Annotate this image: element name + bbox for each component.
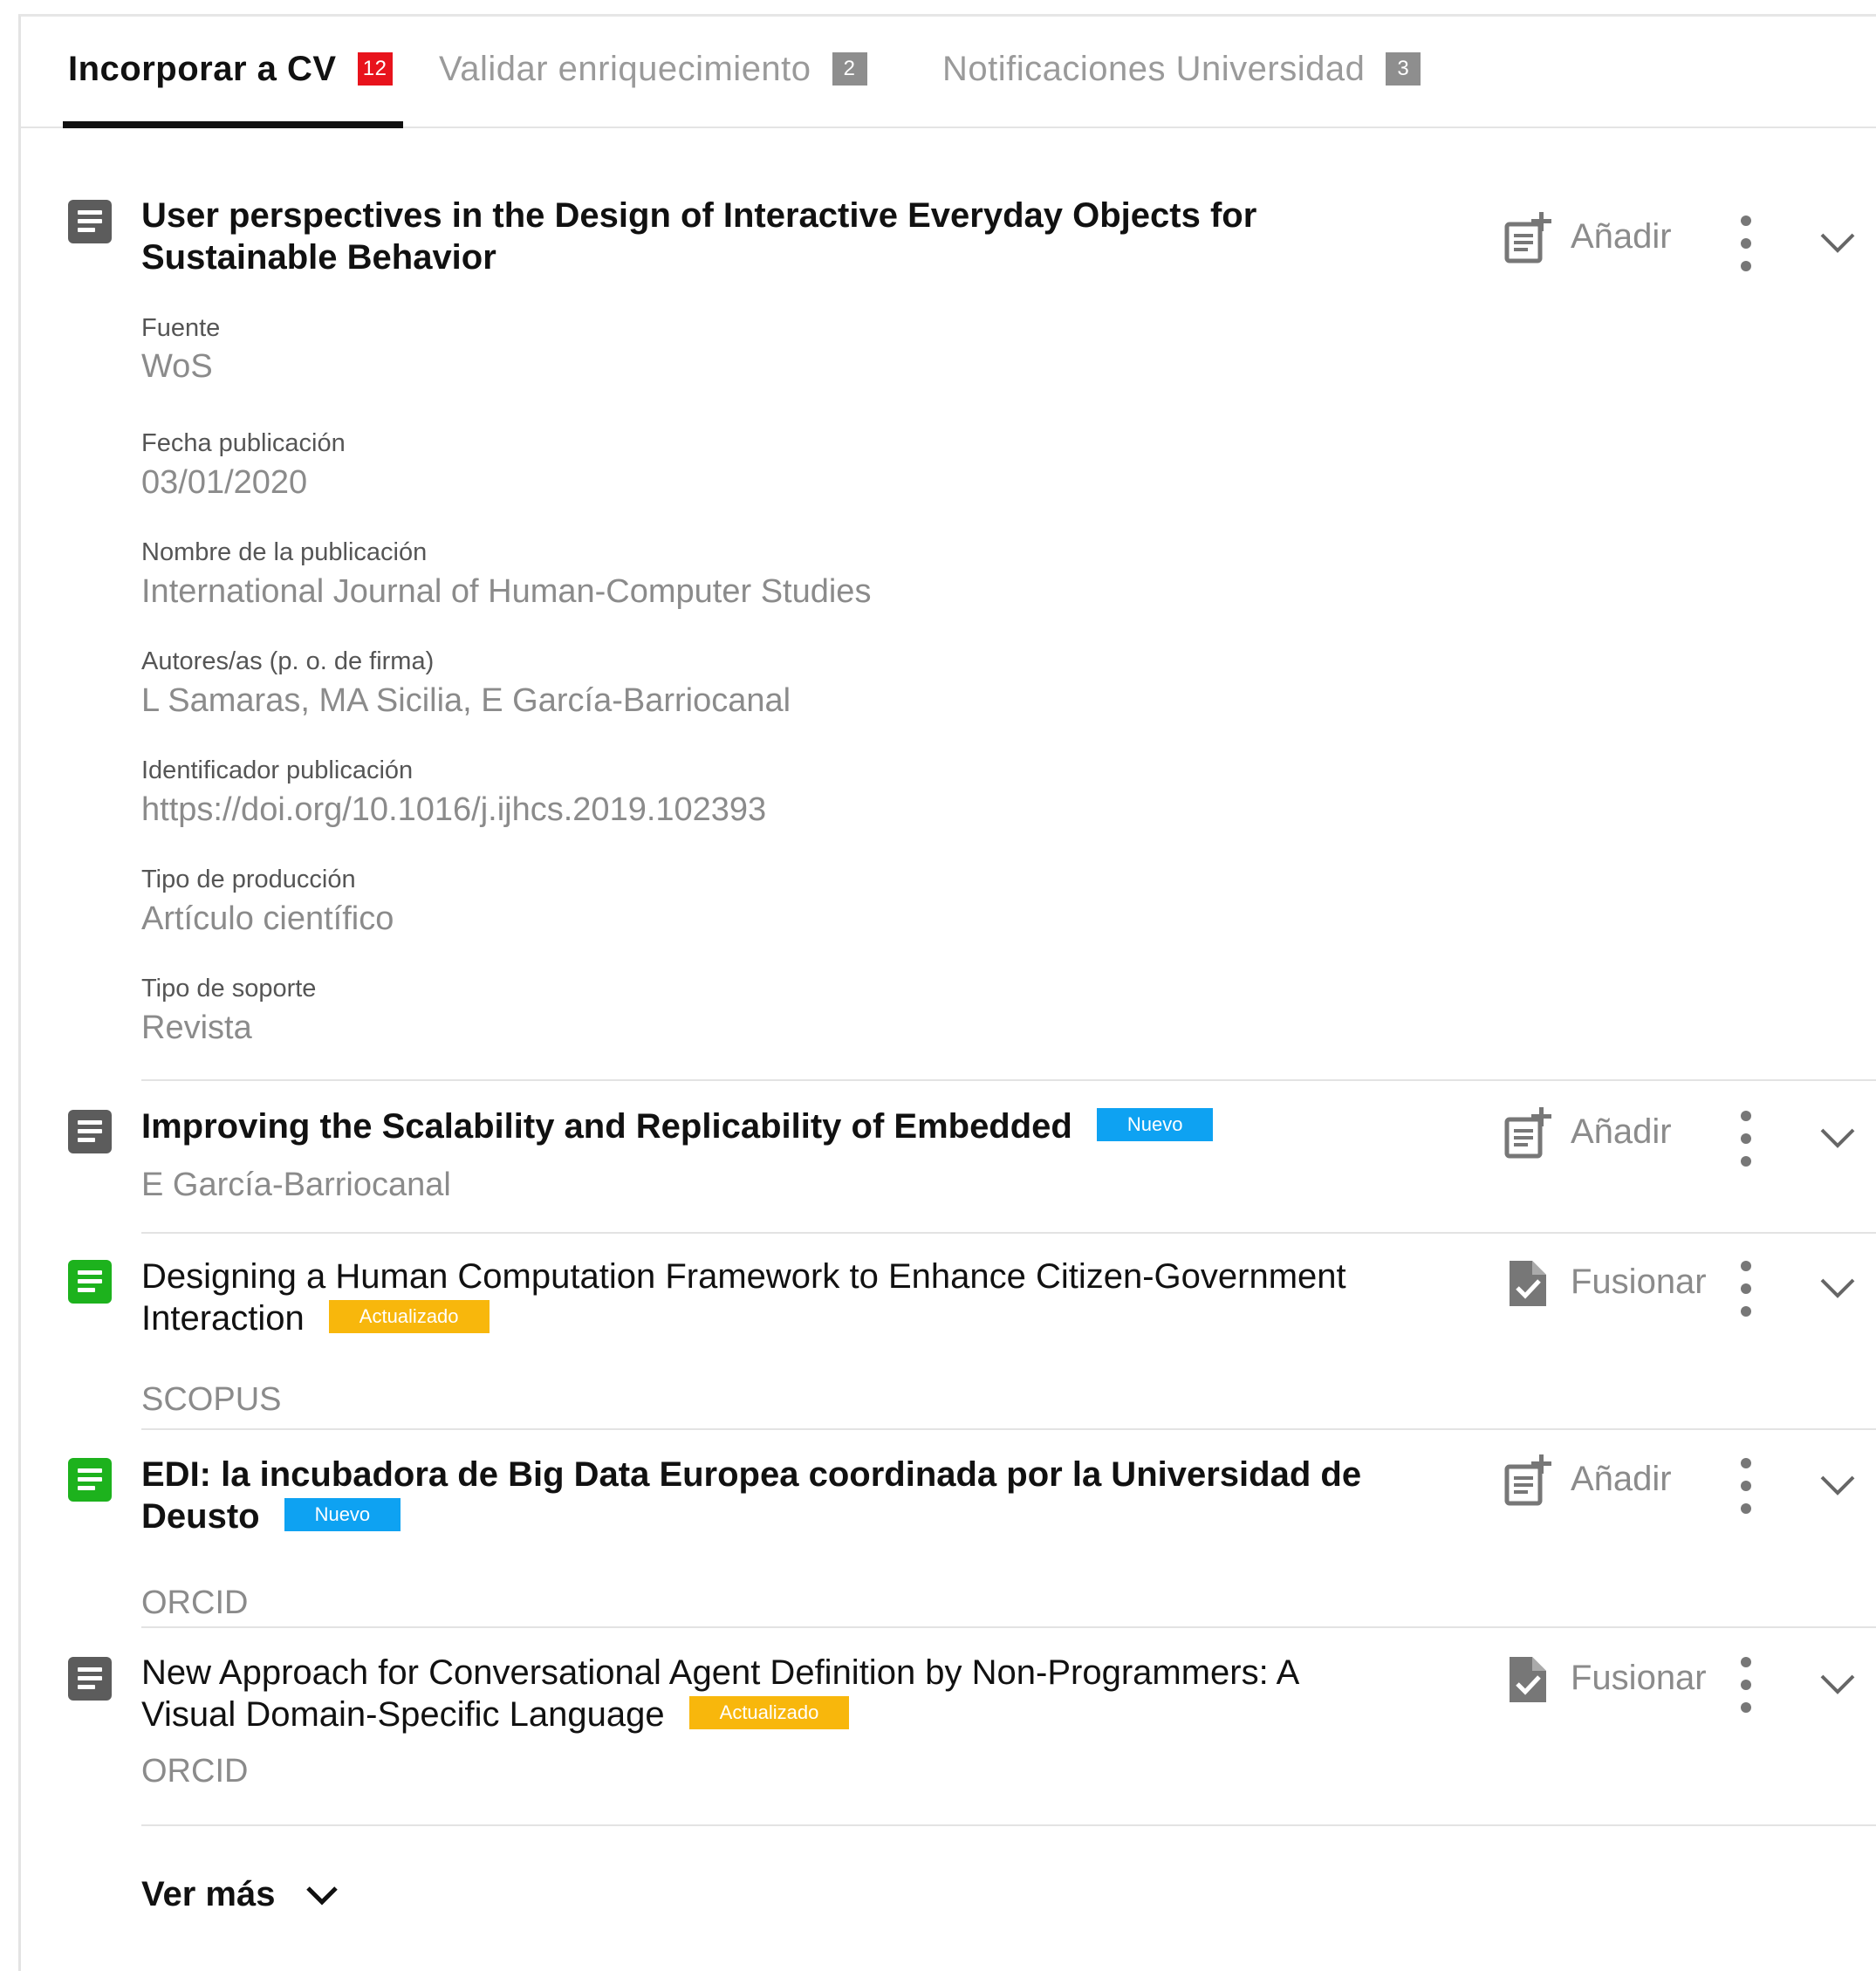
- chevron-down-icon: [305, 1886, 338, 1906]
- tab-count-badge: 2: [832, 52, 867, 86]
- item-title-line: Visual Domain-Specific Language: [141, 1695, 665, 1734]
- add-to-cv-icon: [1504, 1454, 1551, 1506]
- item-subtext: SCOPUS: [141, 1381, 282, 1418]
- item-title[interactable]: EDI: la incubadora de Big Data Europea c…: [141, 1454, 1407, 1537]
- action-label: Añadir: [1571, 1460, 1672, 1498]
- field-label: Tipo de producción: [141, 866, 356, 893]
- chevron-down-icon[interactable]: [1818, 1125, 1857, 1151]
- updated-badge: Actualizado: [688, 1696, 850, 1730]
- more-options-icon[interactable]: [1733, 216, 1759, 271]
- new-badge: Nuevo: [284, 1498, 401, 1532]
- document-icon: [68, 1458, 112, 1502]
- show-more-label: Ver más: [141, 1875, 276, 1913]
- action-label: Añadir: [1571, 1112, 1672, 1151]
- tab-incorporar-cv[interactable]: Incorporar a CV 12: [68, 48, 393, 127]
- item-subtext: E García-Barriocanal: [141, 1167, 451, 1203]
- field-label: Autores/as (p. o. de firma): [141, 647, 435, 675]
- item-title-line: EDI: la incubadora de Big Data Europea c…: [141, 1455, 1362, 1494]
- add-to-cv-icon: [1504, 1107, 1551, 1159]
- updated-badge: Actualizado: [328, 1300, 490, 1334]
- item-title[interactable]: Designing a Human Computation Framework …: [141, 1256, 1407, 1339]
- merge-document-icon: [1510, 1261, 1546, 1306]
- more-options-icon[interactable]: [1733, 1261, 1759, 1317]
- field-label: Nombre de la publicación: [141, 538, 428, 566]
- tab-label: Notificaciones Universidad: [942, 49, 1366, 88]
- tab-bar: Incorporar a CV 12 Validar enriquecimient…: [21, 17, 1876, 128]
- document-icon: [68, 1110, 112, 1153]
- field-value: L Samaras, MA Sicilia, E García-Barrioca…: [141, 682, 791, 719]
- chevron-down-icon[interactable]: [1818, 1472, 1857, 1498]
- field-value: International Journal of Human-Computer …: [141, 573, 872, 610]
- divider: [141, 1079, 1876, 1081]
- chevron-down-icon[interactable]: [1818, 1275, 1857, 1301]
- item-title-line: New Approach for Conversational Agent De…: [141, 1653, 1300, 1692]
- field-label: Fecha publicación: [141, 429, 346, 457]
- chevron-down-icon[interactable]: [1818, 229, 1857, 256]
- document-icon: [68, 1260, 112, 1304]
- item-title-line: Interaction: [141, 1299, 305, 1338]
- field-value: WoS: [141, 348, 213, 385]
- item-title-text: Improving the Scalability and Replicabil…: [141, 1107, 1072, 1146]
- add-to-cv-icon: [1504, 212, 1551, 263]
- field-value: Artículo científico: [141, 900, 394, 937]
- chevron-down-icon[interactable]: [1818, 1671, 1857, 1697]
- document-icon: [68, 200, 112, 243]
- item-title[interactable]: New Approach for Conversational Agent De…: [141, 1652, 1407, 1735]
- field-label: Identificador publicación: [141, 756, 414, 784]
- more-options-icon[interactable]: [1733, 1458, 1759, 1514]
- tab-label: Incorporar a CV: [68, 49, 337, 88]
- more-options-icon[interactable]: [1733, 1657, 1759, 1713]
- tab-notificaciones-universidad[interactable]: Notificaciones Universidad 3: [942, 48, 1421, 127]
- field-value: Revista: [141, 1009, 252, 1046]
- field-value: https://doi.org/10.1016/j.ijhcs.2019.102…: [141, 791, 767, 828]
- field-label: Tipo de soporte: [141, 975, 317, 1003]
- item-title[interactable]: Improving the Scalability and Replicabil…: [141, 1105, 1407, 1147]
- field-value: 03/01/2020: [141, 464, 308, 501]
- divider: [141, 1626, 1876, 1628]
- tab-label: Validar enriquecimiento: [439, 49, 811, 88]
- active-tab-indicator: [63, 121, 403, 128]
- item-title-line: Designing a Human Computation Framework …: [141, 1257, 1346, 1296]
- more-options-icon[interactable]: [1733, 1111, 1759, 1167]
- tab-count-badge: 3: [1386, 52, 1421, 86]
- item-title-line: Deusto: [141, 1497, 260, 1536]
- publications-panel: Incorporar a CV 12 Validar enriquecimient…: [18, 14, 1876, 1971]
- action-label: Añadir: [1571, 217, 1672, 256]
- divider: [141, 1824, 1876, 1826]
- show-more-button[interactable]: Ver más: [141, 1875, 339, 1914]
- new-badge: Nuevo: [1096, 1108, 1214, 1142]
- item-subtext: ORCID: [141, 1753, 249, 1790]
- field-label: Fuente: [141, 314, 221, 342]
- divider: [141, 1428, 1876, 1430]
- item-title[interactable]: User perspectives in the Design of Inter…: [141, 195, 1407, 278]
- divider: [141, 1232, 1876, 1234]
- tab-validar-enriquecimiento[interactable]: Validar enriquecimiento 2: [439, 48, 867, 127]
- item-subtext: ORCID: [141, 1584, 249, 1621]
- document-icon: [68, 1657, 112, 1701]
- tab-count-badge: 12: [357, 52, 393, 86]
- merge-document-icon: [1510, 1657, 1546, 1702]
- action-label: Fusionar: [1571, 1659, 1707, 1697]
- action-label: Fusionar: [1571, 1263, 1707, 1301]
